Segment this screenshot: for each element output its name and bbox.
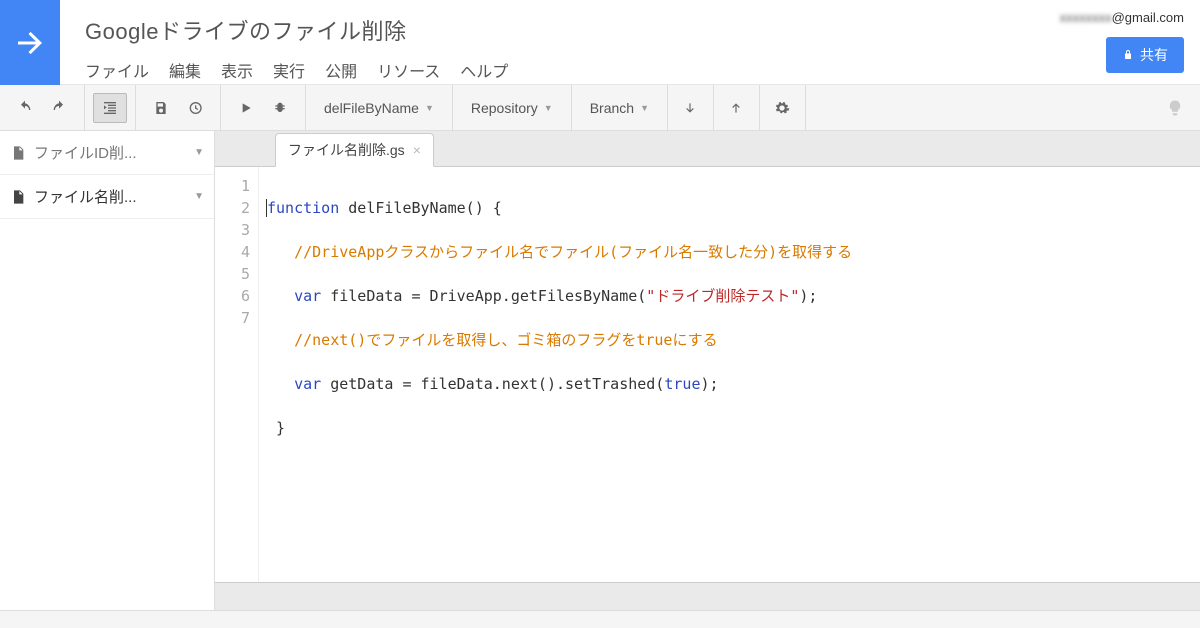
project-title[interactable]: Googleドライブのファイル削除 (85, 14, 1060, 46)
caret-down-icon: ▼ (640, 103, 649, 113)
menu-publish[interactable]: 公開 (325, 58, 357, 82)
toolbar: delFileByName ▼ Repository ▼ Branch ▼ (0, 85, 1200, 131)
caret-down-icon: ▼ (194, 147, 204, 158)
run-button[interactable] (229, 93, 263, 123)
script-file-icon (10, 145, 26, 161)
header-right: xxxxxxxx@gmail.com 共有 (1060, 0, 1200, 73)
sidebar-file-2[interactable]: ファイル名削... ▼ (0, 175, 214, 219)
menu-view[interactable]: 表示 (221, 58, 253, 82)
line-gutter: 1 2 3 4 5 6 7 (215, 167, 259, 582)
editor: ファイル名削除.gs × 1 2 3 4 5 6 7 function delF… (215, 131, 1200, 610)
history-button[interactable] (178, 93, 212, 123)
sidebar-file-2-label: ファイル名削... (34, 186, 137, 207)
main: ファイルID削... ▼ ファイル名削... ▼ ファイル名削除.gs × 1 … (0, 131, 1200, 610)
settings-button[interactable] (760, 85, 806, 130)
redo-button[interactable] (42, 93, 76, 123)
editor-status-bar (215, 582, 1200, 610)
menu-help[interactable]: ヘルプ (460, 58, 508, 82)
undo-redo-group (0, 85, 85, 130)
share-label: 共有 (1140, 45, 1168, 65)
app-root: Googleドライブのファイル削除 ファイル 編集 表示 実行 公開 リソース … (0, 0, 1200, 628)
function-selector-label: delFileByName (324, 100, 419, 116)
header: Googleドライブのファイル削除 ファイル 編集 表示 実行 公開 リソース … (0, 0, 1200, 85)
undo-button[interactable] (8, 93, 42, 123)
menu-resources[interactable]: リソース (377, 58, 440, 82)
repository-label: Repository (471, 100, 538, 116)
user-email[interactable]: xxxxxxxx@gmail.com (1060, 10, 1184, 25)
save-button[interactable] (144, 93, 178, 123)
share-button[interactable]: 共有 (1106, 37, 1184, 73)
editor-tab-label: ファイル名削除.gs (288, 140, 405, 160)
save-history-group (136, 85, 221, 130)
caret-down-icon: ▼ (425, 103, 434, 113)
code-area[interactable]: 1 2 3 4 5 6 7 function delFileByName() {… (215, 167, 1200, 582)
push-button[interactable] (714, 85, 760, 130)
menu-file[interactable]: ファイル (85, 58, 149, 82)
editor-tab-active[interactable]: ファイル名削除.gs × (275, 133, 434, 167)
sidebar-file-1[interactable]: ファイルID削... ▼ (0, 131, 214, 175)
debug-button[interactable] (263, 93, 297, 123)
repository-dropdown[interactable]: Repository ▼ (453, 85, 572, 130)
run-debug-group (221, 85, 306, 130)
menu-bar: ファイル 編集 表示 実行 公開 リソース ヘルプ (85, 58, 1060, 82)
branch-label: Branch (590, 100, 634, 116)
footer-bar (0, 610, 1200, 628)
code-content[interactable]: function delFileByName() { //DriveAppクラス… (259, 167, 852, 582)
title-area: Googleドライブのファイル削除 ファイル 編集 表示 実行 公開 リソース … (60, 0, 1060, 82)
menu-edit[interactable]: 編集 (169, 58, 201, 82)
sidebar-file-1-label: ファイルID削... (34, 142, 137, 163)
lock-icon (1122, 49, 1134, 61)
branch-dropdown[interactable]: Branch ▼ (572, 85, 668, 130)
editor-tabs: ファイル名削除.gs × (215, 131, 1200, 167)
function-selector[interactable]: delFileByName ▼ (306, 85, 453, 130)
caret-down-icon: ▼ (544, 103, 553, 113)
pull-button[interactable] (668, 85, 714, 130)
script-file-icon (10, 189, 26, 205)
file-sidebar: ファイルID削... ▼ ファイル名削... ▼ (0, 131, 215, 610)
apps-script-logo (0, 0, 60, 85)
close-icon[interactable]: × (413, 142, 421, 158)
tips-button[interactable] (1150, 85, 1200, 130)
menu-run[interactable]: 実行 (273, 58, 305, 82)
caret-down-icon: ▼ (194, 191, 204, 202)
indent-group (85, 85, 136, 130)
indent-button[interactable] (93, 93, 127, 123)
